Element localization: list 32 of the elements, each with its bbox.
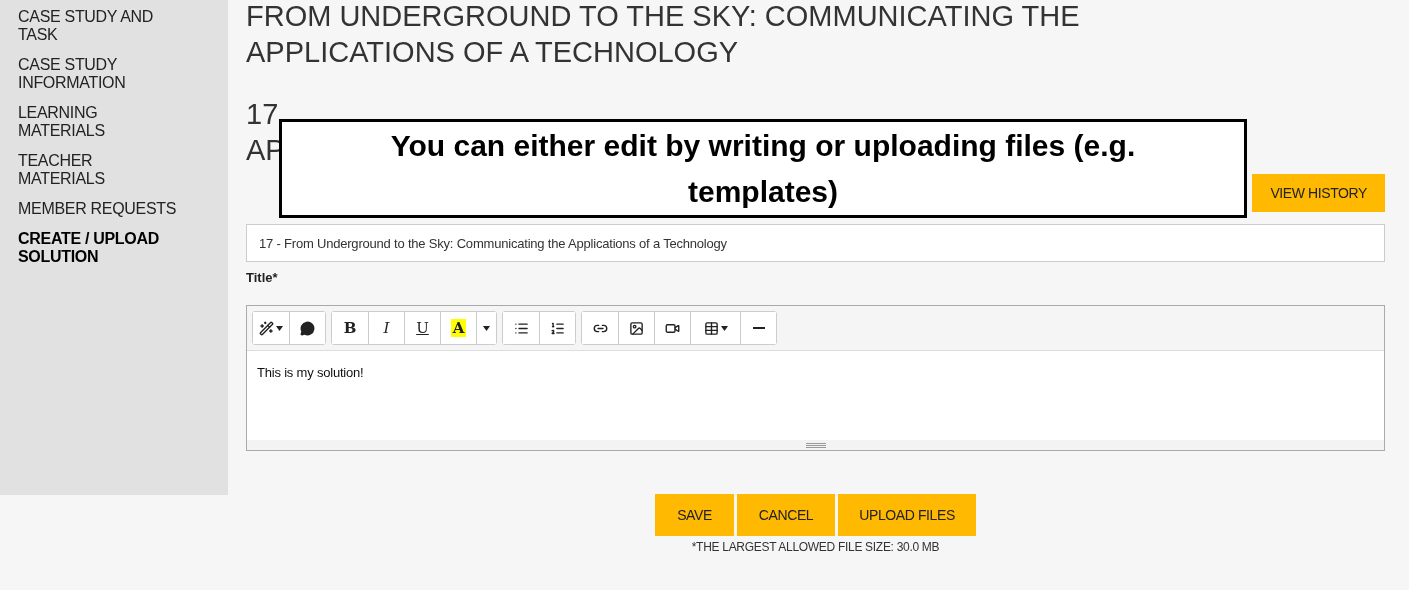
view-history-button[interactable]: VIEW HISTORY bbox=[1252, 174, 1385, 212]
speech-bubble-icon bbox=[300, 320, 315, 336]
file-size-note: *THE LARGEST ALLOWED FILE SIZE: 30.0 MB bbox=[691, 540, 940, 554]
numbered-list-icon bbox=[550, 320, 565, 336]
sidebar-link[interactable]: LEARNING MATERIALS bbox=[18, 104, 183, 140]
sidebar-link[interactable]: CREATE / UPLOAD SOLUTION bbox=[18, 230, 183, 266]
caret-icon bbox=[720, 325, 728, 331]
action-button[interactable]: UPLOAD FILES bbox=[838, 494, 976, 536]
page-title: FROM UNDERGROUND TO THE SKY: COMMUNICATING THE APPLICATIONS OF A TECHNOLOGY bbox=[246, 0, 1081, 70]
sidebar-link[interactable]: TEACHER MATERIALS bbox=[18, 152, 183, 188]
table-icon bbox=[703, 320, 719, 336]
minus-icon bbox=[752, 327, 765, 329]
caret-icon bbox=[483, 325, 490, 331]
title-input[interactable]: 17 - From Underground to the Sky: Communicating the Applications of a Technology bbox=[246, 224, 1385, 262]
numbered-list-button[interactable] bbox=[539, 312, 575, 344]
dropdown-button[interactable] bbox=[476, 312, 496, 344]
sidebar-link[interactable]: MEMBER REQUESTS bbox=[18, 200, 183, 218]
action-button[interactable]: CANCEL bbox=[736, 494, 836, 536]
title-label: Title* bbox=[246, 270, 279, 285]
action-button[interactable]: SAVE bbox=[655, 494, 734, 536]
solution-heading: 17 bbox=[246, 97, 279, 132]
sidebar-link[interactable]: CASE STUDY AND TASK bbox=[18, 8, 183, 44]
horizontal-rule-button[interactable] bbox=[740, 312, 776, 344]
bulleted-list-icon bbox=[513, 320, 529, 336]
resize-handle-icon[interactable] bbox=[805, 442, 826, 448]
image-icon bbox=[629, 320, 644, 336]
caret-icon bbox=[276, 325, 283, 331]
sidebar-link[interactable]: CASE STUDY INFORMATION bbox=[18, 56, 183, 92]
callout-note: You can either edit by writing or uploading files (e.g. templates) bbox=[279, 119, 1247, 218]
editor-content[interactable]: This is my solution! bbox=[247, 351, 1384, 440]
speech-bubble-button[interactable] bbox=[289, 312, 325, 344]
magic-wand-icon bbox=[259, 320, 274, 336]
